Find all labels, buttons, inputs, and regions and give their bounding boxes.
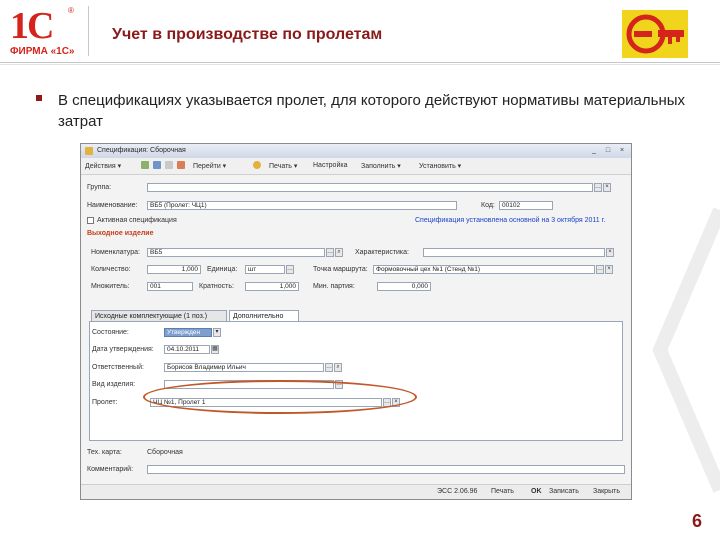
route-input[interactable]: Формовочный цех №1 (Стенд №1) [373, 265, 595, 274]
ok-button[interactable]: OK [531, 488, 542, 495]
group-label: Группа: [87, 184, 112, 191]
name-label: Наименование: [87, 202, 138, 209]
group-select-button[interactable]: … [594, 183, 602, 192]
characteristic-input[interactable] [423, 248, 605, 257]
kratnost-label: Кратность: [199, 283, 234, 290]
nomenclature-select-button[interactable]: … [326, 248, 334, 257]
close-window-button[interactable]: × [617, 146, 627, 155]
span-highlight-oval [143, 380, 417, 414]
toolbar: Действия ▾ Перейти ▾ Печать ▾ Настройка … [81, 158, 631, 175]
actions-menu[interactable]: Действия ▾ [85, 162, 121, 170]
route-clear-button[interactable]: × [605, 265, 613, 274]
header-rule-light [0, 64, 720, 65]
print-menu[interactable]: Печать ▾ [269, 162, 297, 170]
responsible-input[interactable]: Борисов Владимир Ильич [164, 363, 324, 372]
page-number: 6 [691, 511, 702, 531]
span-label: Пролет: [92, 399, 118, 406]
additional-tab-panel: Состояние: Утвержден ▾ Дата утверждения:… [89, 321, 623, 441]
approval-date-input[interactable]: 04.10.2011 [164, 345, 210, 354]
bullet-text: В спецификациях указывается пролет, для … [58, 92, 686, 130]
logo-registered-mark: ® [68, 6, 74, 15]
responsible-label: Ответственный: [92, 364, 144, 371]
goto-menu[interactable]: Перейти ▾ [193, 162, 226, 170]
multiplicity-label: Множитель: [91, 283, 130, 290]
window-titlebar[interactable]: Спецификация: Сборочная _ □ × [81, 144, 631, 159]
quantity-label: Количество: [91, 266, 131, 273]
minimize-button[interactable]: _ [589, 146, 599, 155]
main-spec-status-link[interactable]: Спецификация установлена основной на 3 о… [415, 217, 605, 224]
print-button[interactable]: Печать [491, 488, 514, 495]
logo-firm-text: ФИРМА «1С» [10, 46, 75, 57]
edit-icon[interactable] [165, 161, 173, 169]
delete-icon[interactable] [177, 161, 185, 169]
1c-logo: 1С ® ФИРМА «1С» [10, 5, 82, 57]
header-divider [88, 6, 89, 56]
specification-window: Спецификация: Сборочная _ □ × Действия ▾… [80, 143, 632, 500]
unit-select-button[interactable]: … [286, 265, 294, 274]
nomenclature-label: Номенклатура: [91, 249, 140, 256]
tech-card-label: Тех. карта: [87, 449, 122, 456]
nomenclature-input[interactable]: ВБ5 [147, 248, 325, 257]
more-menu[interactable]: Установить ▾ [419, 162, 461, 170]
code-input[interactable]: 00102 [499, 201, 553, 210]
new-icon[interactable] [141, 161, 149, 169]
unit-label: Единица: [207, 266, 238, 273]
name-input[interactable]: ВБ5 (Пролет: ЧЦ1) [147, 201, 457, 210]
state-dropdown[interactable]: Утвержден [164, 328, 212, 337]
active-spec-checkbox[interactable] [87, 217, 94, 224]
multiplicity-input[interactable]: 001 [147, 282, 193, 291]
maximize-button[interactable]: □ [603, 146, 613, 155]
energy-key-logo [622, 10, 688, 58]
route-select-button[interactable]: … [596, 265, 604, 274]
approval-date-label: Дата утверждения: [92, 346, 154, 353]
responsible-select-button[interactable]: … [325, 363, 333, 372]
characteristic-label: Характеристика: [355, 249, 409, 256]
active-spec-label: Активная спецификация [97, 217, 177, 224]
record-button[interactable]: Записать [549, 488, 579, 495]
tech-card-value: Сборочная [147, 449, 183, 456]
window-footer: ЭСС 2.06.96 Печать OK Записать Закрыть [81, 484, 631, 499]
state-label: Состояние: [92, 329, 129, 336]
quantity-input[interactable]: 1,000 [147, 265, 201, 274]
route-label: Точка маршрута: [313, 266, 368, 273]
document-icon [85, 147, 93, 155]
bullet-marker [36, 95, 42, 101]
window-title: Спецификация: Сборочная [97, 147, 186, 154]
group-input[interactable] [147, 183, 593, 192]
min-batch-label: Мин. партия: [313, 283, 355, 290]
copy-icon[interactable] [153, 161, 161, 169]
header-rule [0, 62, 720, 63]
settings-button[interactable]: Настройка [313, 162, 347, 169]
output-group-title: Выходное изделие [87, 230, 154, 237]
unit-input[interactable]: шт [245, 265, 285, 274]
nomenclature-search-icon[interactable]: ⌕ [335, 248, 343, 257]
slide-title: Учет в производстве по пролетам [112, 26, 383, 43]
calendar-icon[interactable]: ▦ [211, 345, 219, 354]
characteristic-clear-button[interactable]: × [606, 248, 614, 257]
kratnost-input[interactable]: 1,000 [245, 282, 299, 291]
comment-input[interactable] [147, 465, 625, 474]
decorative-swoosh [652, 207, 720, 493]
logo-1c-mark: 1С [10, 5, 54, 47]
help-icon[interactable] [253, 161, 261, 169]
state-dropdown-arrow[interactable]: ▾ [213, 328, 221, 337]
doc-version-label: ЭСС 2.06.96 [437, 488, 478, 495]
min-batch-input[interactable]: 0,000 [377, 282, 431, 291]
slide-header: 1С ® ФИРМА «1С» Учет в производстве по п… [0, 0, 720, 62]
close-button[interactable]: Закрыть [593, 488, 620, 495]
code-label: Код: [481, 202, 495, 209]
product-type-label: Вид изделия: [92, 381, 136, 388]
fill-menu[interactable]: Заполнить ▾ [361, 162, 401, 170]
comment-label: Комментарий: [87, 466, 134, 473]
responsible-search-icon[interactable]: ⌕ [334, 363, 342, 372]
group-clear-button[interactable]: × [603, 183, 611, 192]
